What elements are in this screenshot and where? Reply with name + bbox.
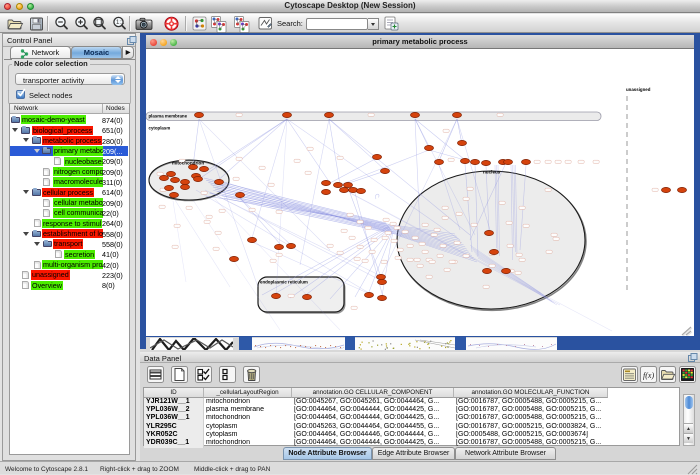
svg-text:f(x): f(x) [643,371,654,380]
svg-text:unassigned: unassigned [626,87,651,92]
svg-text:cytoplasm: cytoplasm [149,126,171,131]
svg-text:nucleus: nucleus [483,170,501,175]
svg-text:endoplasmic reticulum: endoplasmic reticulum [260,280,308,285]
svg-text:plasma membrane: plasma membrane [149,113,188,118]
svg-text:1:1: 1:1 [116,20,125,26]
svg-text:mitochondrion: mitochondrion [172,161,204,166]
